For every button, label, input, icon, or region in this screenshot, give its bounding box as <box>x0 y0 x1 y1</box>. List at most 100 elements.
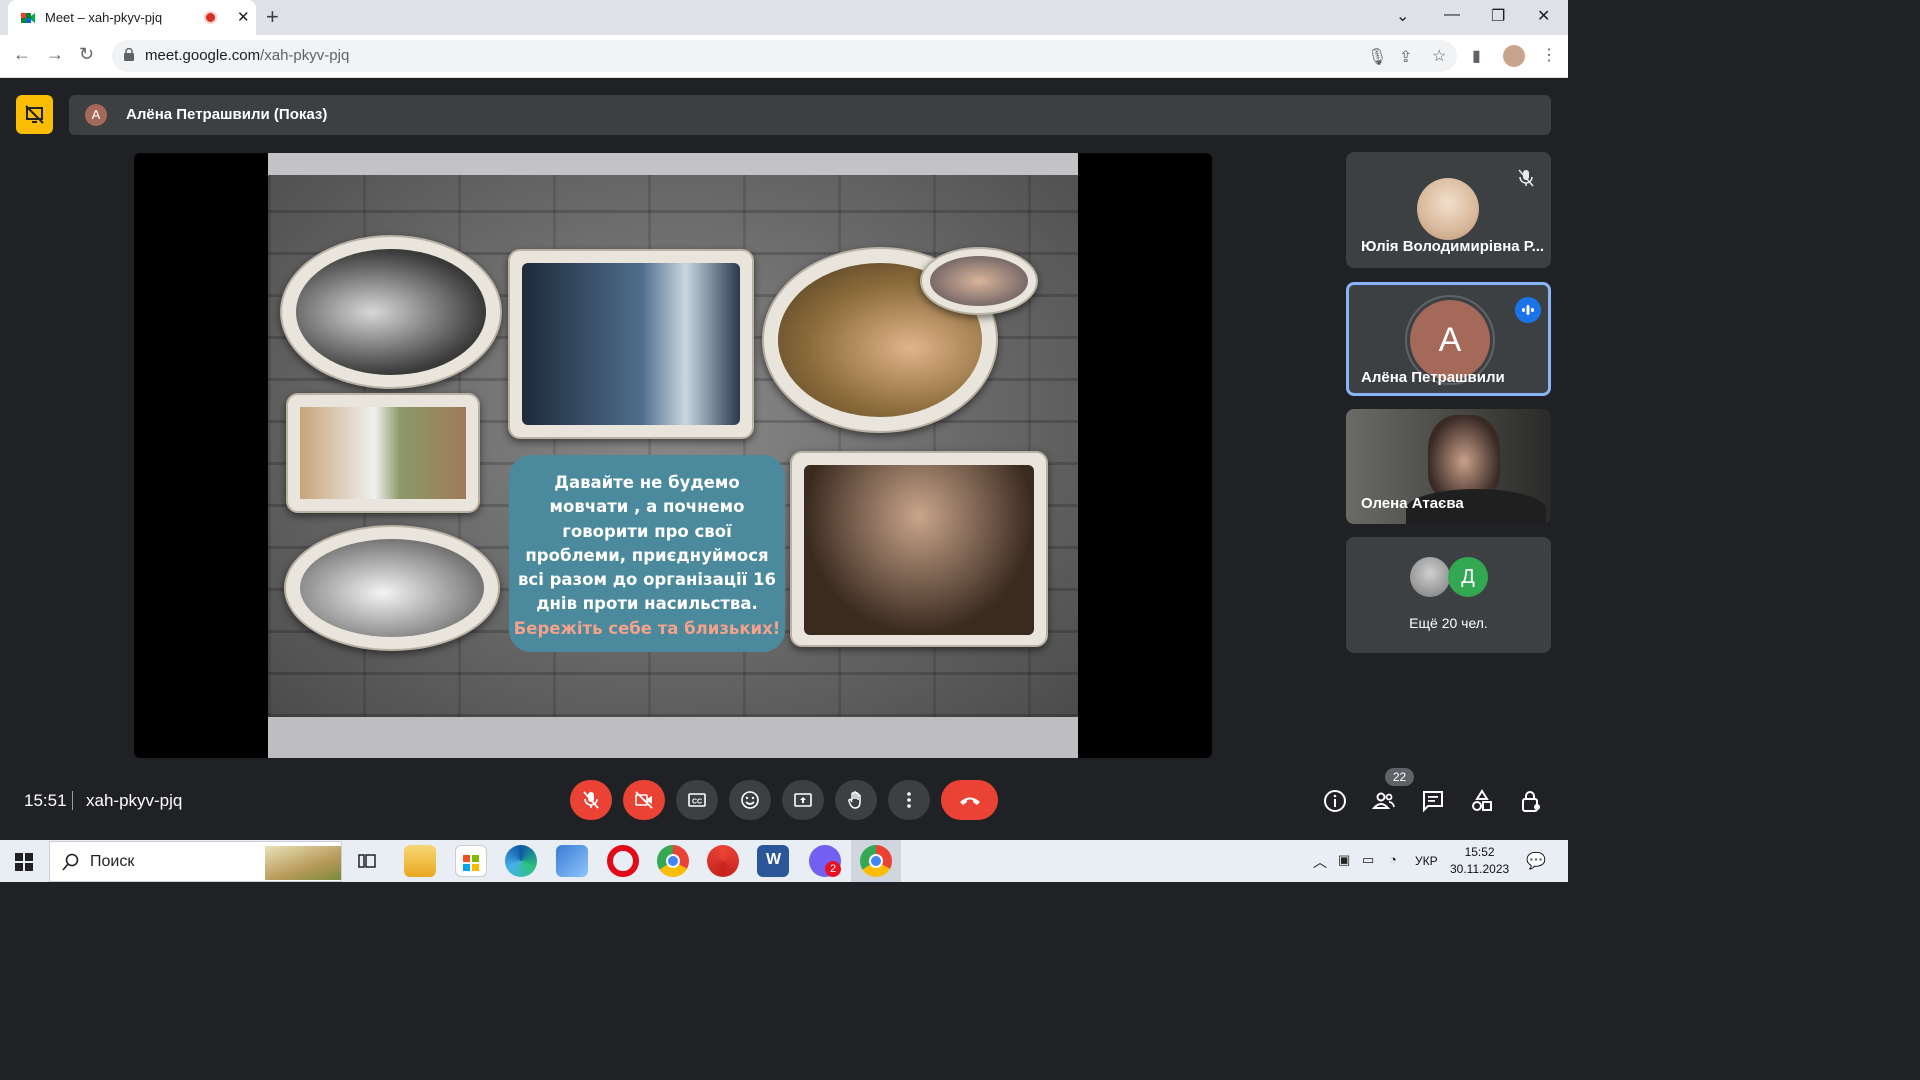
tray-clock[interactable]: 15:52 30.11.2023 <box>1450 844 1509 878</box>
sidepanel-icon[interactable]: ▮ <box>1472 46 1481 66</box>
slide-photo <box>522 263 740 425</box>
mic-icon[interactable]: 🎙 <box>1367 47 1387 67</box>
chrome-active-icon[interactable] <box>860 845 892 877</box>
divider <box>72 791 73 810</box>
slide-top-band <box>268 153 1078 175</box>
participant-avatar: А <box>1410 300 1490 380</box>
slide-photo <box>296 249 486 375</box>
viber-icon[interactable]: 2 <box>809 845 841 877</box>
slide-text-line: днів проти насильства. <box>536 594 758 614</box>
windows-taskbar: Поиск W 2 ︿ ▣ ▭ ◔ УКР 15:52 30.11.2023 💬 <box>0 840 1568 882</box>
slide-photo <box>930 256 1028 306</box>
meet-favicon-icon <box>21 13 35 23</box>
present-button[interactable] <box>782 780 824 820</box>
camera-tray-icon[interactable]: ▣ <box>1338 852 1350 868</box>
meeting-clock: 15:51 <box>24 791 67 810</box>
slide-message-box: Давайте не будемо мовчати , а почнемо го… <box>509 455 785 652</box>
avatar[interactable] <box>1503 45 1525 67</box>
battery-icon[interactable]: ▭ <box>1362 852 1374 868</box>
leave-call-button[interactable] <box>941 780 998 820</box>
reactions-button[interactable] <box>729 780 771 820</box>
forward-icon[interactable]: → <box>46 44 64 65</box>
presentation-slide: Давайте не будемо мовчати , а почнемо го… <box>268 153 1078 758</box>
edge-icon[interactable] <box>505 845 537 877</box>
opera-icon[interactable] <box>607 845 639 877</box>
meeting-code: xah-pkyv-pjq <box>86 791 183 810</box>
word-icon[interactable]: W <box>757 845 789 877</box>
slide-text-line: мовчати , а почнемо <box>549 497 745 517</box>
tab-title: Meet – xah-pkyv-pjq <box>45 10 163 25</box>
share-icon[interactable]: ⇪ <box>1399 47 1412 67</box>
file-explorer-icon[interactable] <box>404 845 436 877</box>
camera-off-icon <box>635 791 653 809</box>
photo-frame <box>920 247 1038 315</box>
participant-photo <box>1410 557 1450 597</box>
participant-video <box>1428 415 1500 499</box>
menu-icon[interactable]: ⋮ <box>1541 45 1557 65</box>
slide-photo <box>300 407 466 499</box>
browser-tab[interactable]: Meet – xah-pkyv-pjq ✕ <box>8 0 256 35</box>
taskbar-search[interactable]: Поиск <box>49 841 342 882</box>
new-tab-button[interactable]: + <box>266 4 279 30</box>
url-text: meet.google.com/xah-pkyv-pjq <box>145 47 350 64</box>
photo-frame <box>508 249 754 439</box>
language-indicator[interactable]: УКР <box>1415 854 1438 868</box>
store-icon[interactable] <box>455 845 487 877</box>
people-icon[interactable] <box>1372 789 1396 813</box>
captions-button[interactable]: CC <box>676 780 718 820</box>
photo-frame <box>790 451 1048 647</box>
participant-tile-speaking[interactable]: А Алёна Петрашвили <box>1346 282 1551 396</box>
more-participants-label: Ещё 20 чел. <box>1409 615 1488 631</box>
photo-frame <box>284 525 500 651</box>
host-controls-icon[interactable] <box>1519 789 1543 813</box>
wifi-icon[interactable]: ◔ <box>1389 852 1397 867</box>
notifications-icon[interactable]: 💬 <box>1526 851 1546 871</box>
star-icon[interactable]: ☆ <box>1432 46 1446 66</box>
chat-icon[interactable] <box>1421 789 1445 813</box>
lock-icon <box>124 48 134 61</box>
mic-toggle-button[interactable] <box>570 780 612 820</box>
end-call-icon <box>960 797 980 805</box>
participant-tile[interactable]: Юлія Володимирівна Р... <box>1346 152 1551 268</box>
mic-off-icon <box>1518 169 1534 187</box>
windows-start-icon[interactable] <box>15 853 33 871</box>
activities-icon[interactable] <box>1470 789 1494 813</box>
presenter-bar: А Алёна Петрашвили (Показ) <box>69 95 1551 135</box>
more-participants-tile[interactable]: Д Ещё 20 чел. <box>1346 537 1551 653</box>
back-icon[interactable]: ← <box>13 44 31 65</box>
search-highlight-image <box>265 846 341 880</box>
presentation-icon[interactable] <box>16 95 53 134</box>
svg-text:CC: CC <box>692 799 702 806</box>
hand-icon <box>848 791 861 809</box>
teamviewer-icon[interactable] <box>556 845 588 877</box>
chrome-alt-icon[interactable] <box>707 845 739 877</box>
emoji-icon <box>741 791 759 809</box>
more-options-button[interactable] <box>888 780 930 820</box>
present-off-icon <box>25 105 44 124</box>
mic-off-icon <box>583 791 599 809</box>
info-icon[interactable] <box>1323 789 1347 813</box>
browser-toolbar: ← → ↻ meet.google.com/xah-pkyv-pjq 🎙 ⇪ ☆… <box>0 35 1568 78</box>
close-window-button[interactable]: ✕ <box>1537 6 1550 26</box>
participant-name: Олена Атаєва <box>1361 495 1464 512</box>
slide-text-line: Давайте не будемо <box>554 473 740 492</box>
minimize-button[interactable]: — <box>1444 6 1460 24</box>
participant-tile[interactable]: Олена Атаєва <box>1346 409 1551 524</box>
chrome-icon[interactable] <box>657 845 689 877</box>
search-icon <box>62 853 79 871</box>
tray-chevron-icon[interactable]: ︿ <box>1313 852 1327 872</box>
camera-toggle-button[interactable] <box>623 780 665 820</box>
task-view-icon[interactable] <box>358 852 376 870</box>
restore-button[interactable]: ❐ <box>1491 6 1505 26</box>
raise-hand-button[interactable] <box>835 780 877 820</box>
address-bar[interactable]: meet.google.com/xah-pkyv-pjq 🎙 ⇪ ☆ <box>112 40 1457 72</box>
participant-name: Юлія Володимирівна Р... <box>1361 238 1545 255</box>
present-screen-icon <box>794 793 812 807</box>
search-placeholder: Поиск <box>90 853 135 870</box>
tab-close-icon[interactable]: ✕ <box>237 8 250 26</box>
slide-bottom-band <box>268 717 1078 758</box>
presenter-label: Алёна Петрашвили (Показ) <box>126 106 328 123</box>
reload-icon[interactable]: ↻ <box>79 44 94 65</box>
tab-search-icon[interactable]: ⌄ <box>1396 6 1409 26</box>
captions-icon: CC <box>688 793 706 807</box>
